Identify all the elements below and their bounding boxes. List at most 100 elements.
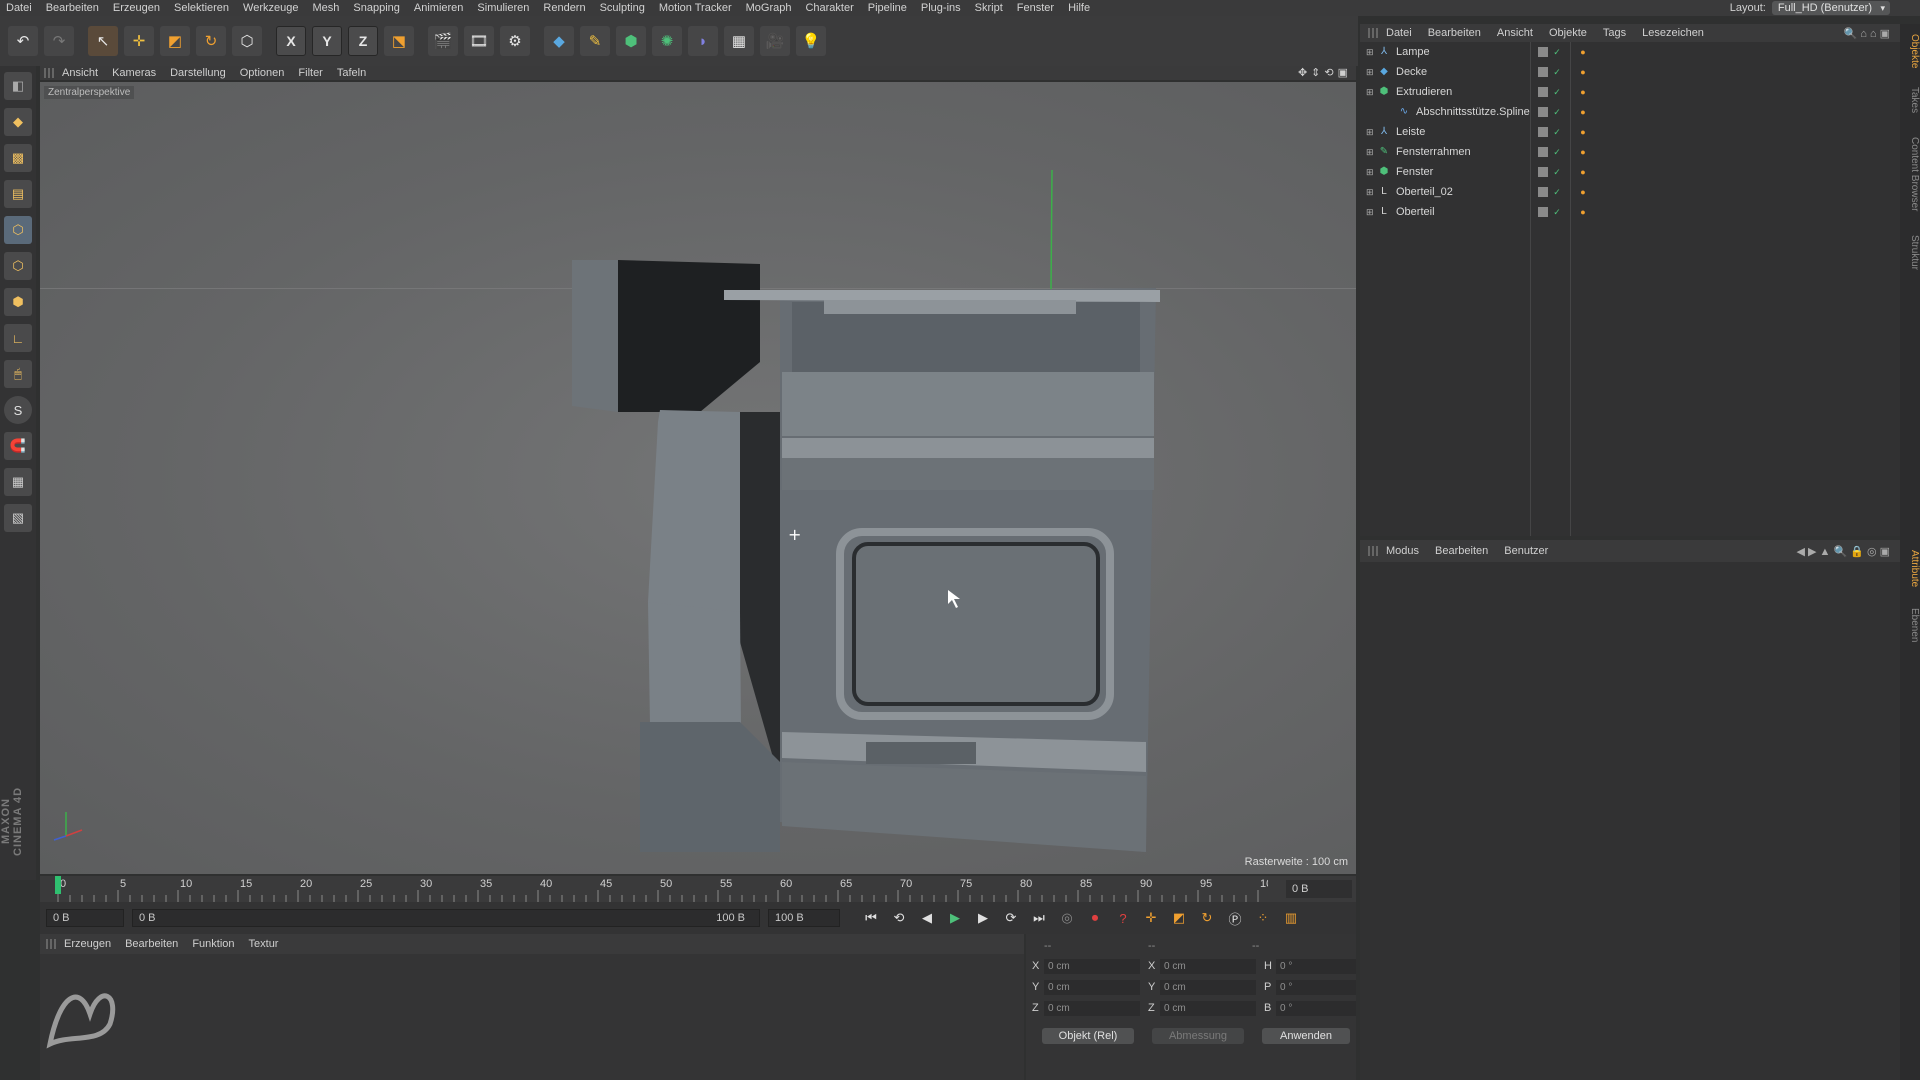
phong-tag-icon[interactable]: ●: [1578, 187, 1588, 197]
model-mode-icon[interactable]: ◆: [4, 108, 32, 136]
phong-tag-icon[interactable]: ●: [1578, 87, 1588, 97]
redo-icon[interactable]: ↷: [44, 26, 74, 56]
undo-icon[interactable]: ↶: [8, 26, 38, 56]
layer-visibility-icon[interactable]: [1538, 147, 1548, 157]
current-frame-field[interactable]: 0 B: [1286, 880, 1352, 898]
tab-struktur[interactable]: Struktur: [1900, 228, 1920, 278]
keyframe-selection-icon[interactable]: ?: [1112, 907, 1134, 929]
model-mode-icon[interactable]: ⬡: [232, 26, 262, 56]
menu-hilfe[interactable]: Hilfe: [1068, 0, 1090, 16]
panel-grip-icon[interactable]: [44, 68, 54, 78]
object-manager-nav-icons[interactable]: 🔍 ⌂ ⌂ ▣: [1843, 27, 1890, 40]
polygons-mode-icon[interactable]: ⬢: [4, 288, 32, 316]
size-x-field[interactable]: 0 cm: [1160, 958, 1256, 974]
layer-visibility-icon[interactable]: [1538, 167, 1548, 177]
tab-content-browser[interactable]: Content Browser: [1900, 126, 1920, 222]
material-menu-textur[interactable]: Textur: [249, 938, 279, 950]
record-keys-icon[interactable]: ◎: [1056, 907, 1078, 929]
viewport-menu-filter[interactable]: Filter: [298, 67, 322, 79]
attribute-nav-icons[interactable]: ◀ ▶ ▲ 🔍 🔒 ◎ ▣: [1796, 545, 1890, 558]
layer-visibility-icon[interactable]: [1538, 47, 1548, 57]
attributes-menu-modus[interactable]: Modus: [1386, 545, 1419, 557]
render-picture-viewer-icon[interactable]: 🎞: [464, 26, 494, 56]
timeline-ruler[interactable]: 0 5 10 15 20 25 30 35 40 45 50 55 60 65 70 75 80 85 90 95 1 0…: [40, 876, 1356, 902]
enabled-check-icon[interactable]: ✓: [1552, 187, 1562, 197]
expand-toggle-icon[interactable]: ⊞: [1366, 47, 1378, 58]
object-name[interactable]: Fensterrahmen: [1396, 146, 1526, 158]
menu-snapping[interactable]: Snapping: [353, 0, 400, 16]
cube-primitive-icon[interactable]: ◆: [544, 26, 574, 56]
expand-toggle-icon[interactable]: ⊞: [1366, 127, 1378, 138]
object-name[interactable]: Extrudieren: [1396, 86, 1526, 98]
timeline-window-icon[interactable]: ▥: [1280, 907, 1302, 929]
snap-icon[interactable]: S: [4, 396, 32, 424]
key-scale-icon[interactable]: ◩: [1168, 907, 1190, 929]
autokey-icon[interactable]: ⏺: [1084, 907, 1106, 929]
subdivision-surface-icon[interactable]: ⬢: [616, 26, 646, 56]
move-tool-icon[interactable]: ✛: [124, 26, 154, 56]
y-axis-lock-button[interactable]: Y: [312, 26, 342, 56]
object-row[interactable]: ⊞ ⅄ Lampe ✓ ●: [1360, 42, 1900, 62]
object-name[interactable]: Oberteil: [1396, 206, 1526, 218]
size-mode-dropdown[interactable]: Abmessung: [1152, 1028, 1244, 1044]
enabled-check-icon[interactable]: ✓: [1552, 147, 1562, 157]
viewport-menu-kameras[interactable]: Kameras: [112, 67, 156, 79]
orbit-icon[interactable]: ⟲: [1324, 66, 1333, 79]
panel-grip-icon[interactable]: [46, 939, 56, 949]
tab-takes[interactable]: Takes: [1900, 80, 1920, 120]
object-row[interactable]: ∿ Abschnittsstütze.Spline ✓ ●: [1360, 102, 1900, 122]
phong-tag-icon[interactable]: ●: [1578, 127, 1588, 137]
phong-tag-icon[interactable]: ●: [1578, 167, 1588, 177]
menu-skript[interactable]: Skript: [975, 0, 1003, 16]
menu-erzeugen[interactable]: Erzeugen: [113, 0, 160, 16]
x-axis-lock-button[interactable]: X: [276, 26, 306, 56]
object-row[interactable]: ⊞ ⬢ Fenster ✓ ●: [1360, 162, 1900, 182]
object-row[interactable]: ⊞ L Oberteil ✓ ●: [1360, 202, 1900, 222]
size-z-field[interactable]: 0 cm: [1160, 1000, 1256, 1016]
panel-grip-icon[interactable]: [1368, 546, 1378, 556]
menu-rendern[interactable]: Rendern: [543, 0, 585, 16]
previous-key-icon[interactable]: ⟲: [888, 907, 910, 929]
workplane-mode-icon[interactable]: ▤: [4, 180, 32, 208]
material-menu-funktion[interactable]: Funktion: [192, 938, 234, 950]
z-axis-lock-button[interactable]: Z: [348, 26, 378, 56]
objects-menu-bearbeiten[interactable]: Bearbeiten: [1428, 27, 1481, 39]
object-name[interactable]: Decke: [1396, 66, 1526, 78]
apply-button[interactable]: Anwenden: [1262, 1028, 1350, 1044]
layer-visibility-icon[interactable]: [1538, 67, 1548, 77]
dolly-icon[interactable]: ⇕: [1311, 66, 1320, 79]
enabled-check-icon[interactable]: ✓: [1552, 127, 1562, 137]
viewport-menu-optionen[interactable]: Optionen: [240, 67, 285, 79]
object-row[interactable]: ⊞ L Oberteil_02 ✓ ●: [1360, 182, 1900, 202]
previous-frame-icon[interactable]: ◀: [916, 907, 938, 929]
cloner-icon[interactable]: ✺: [652, 26, 682, 56]
next-frame-icon[interactable]: ▶: [972, 907, 994, 929]
layout-dropdown[interactable]: Full_HD (Benutzer): [1771, 1, 1890, 15]
objects-menu-lesezeichen[interactable]: Lesezeichen: [1642, 27, 1704, 39]
menu-charakter[interactable]: Charakter: [805, 0, 853, 16]
make-editable-icon[interactable]: ◧: [4, 72, 32, 100]
key-position-icon[interactable]: ✛: [1140, 907, 1162, 929]
object-row[interactable]: ⊞ ✎ Fensterrahmen ✓ ●: [1360, 142, 1900, 162]
material-menu-bearbeiten[interactable]: Bearbeiten: [125, 938, 178, 950]
phong-tag-icon[interactable]: ●: [1578, 147, 1588, 157]
planar-workplane-icon[interactable]: ▧: [4, 504, 32, 532]
expand-toggle-icon[interactable]: ⊞: [1366, 67, 1378, 78]
enabled-check-icon[interactable]: ✓: [1552, 47, 1562, 57]
go-to-end-icon[interactable]: ⏭: [1028, 907, 1050, 929]
viewport-menu-ansicht[interactable]: Ansicht: [62, 67, 98, 79]
enabled-check-icon[interactable]: ✓: [1552, 167, 1562, 177]
menu-plugins[interactable]: Plug-ins: [921, 0, 961, 16]
material-menu-erzeugen[interactable]: Erzeugen: [64, 938, 111, 950]
expand-toggle-icon[interactable]: ⊞: [1366, 147, 1378, 158]
enabled-check-icon[interactable]: ✓: [1552, 87, 1562, 97]
points-mode-icon[interactable]: ⬡: [4, 216, 32, 244]
viewport-menu-tafeln[interactable]: Tafeln: [337, 67, 366, 79]
object-name[interactable]: Abschnittsstütze.Spline: [1416, 106, 1546, 118]
render-settings-icon[interactable]: ⚙: [500, 26, 530, 56]
go-to-start-icon[interactable]: ⏮: [860, 907, 882, 929]
menu-animieren[interactable]: Animieren: [414, 0, 464, 16]
3d-viewport[interactable]: Zentralperspektive + Rasterweite: 100 c…: [40, 82, 1356, 874]
size-y-field[interactable]: 0 cm: [1160, 979, 1256, 995]
frame-range-slider[interactable]: 0 B 100 B: [132, 909, 760, 927]
